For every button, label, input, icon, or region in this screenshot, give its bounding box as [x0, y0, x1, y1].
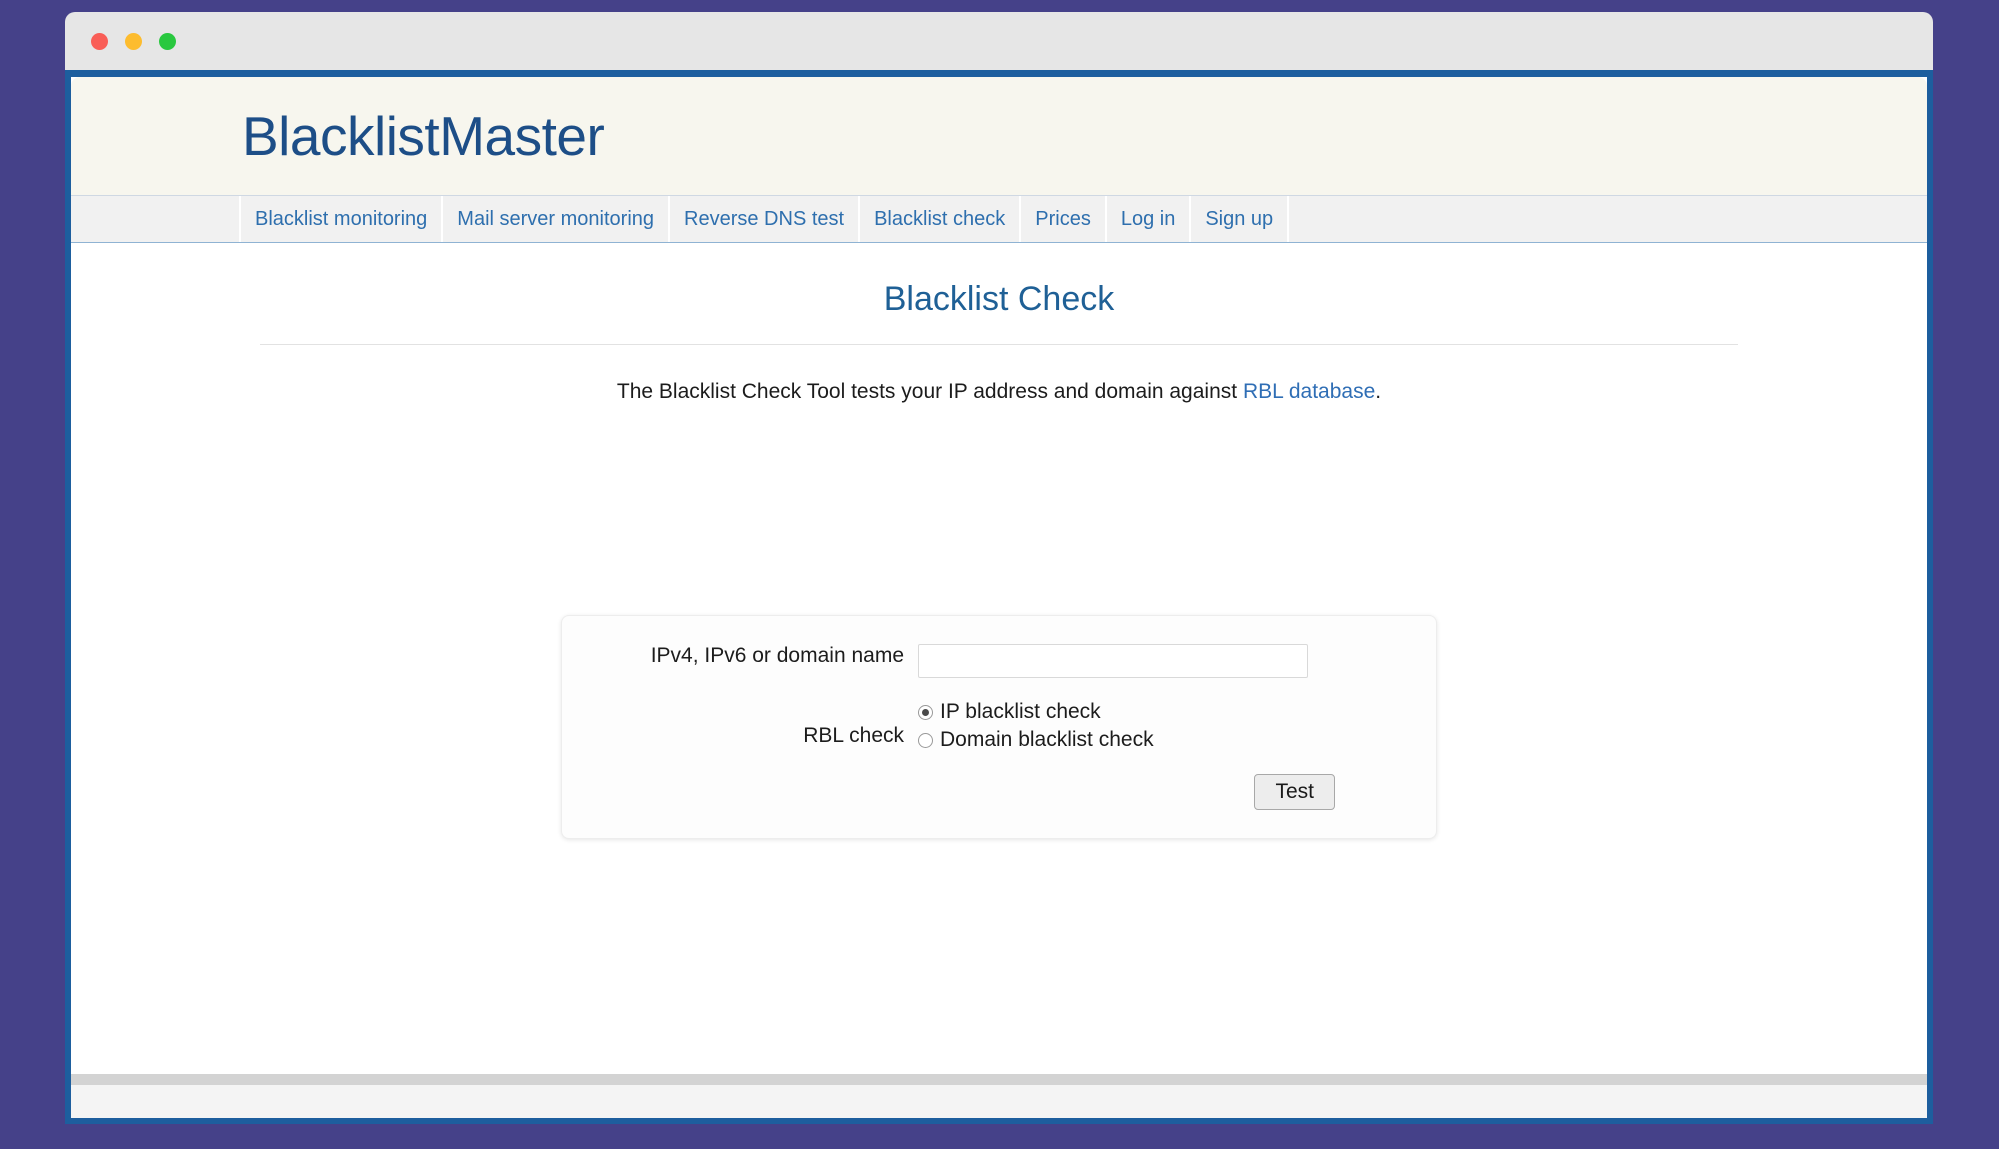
page-title: Blacklist Check: [883, 280, 1115, 318]
form-actions: Test: [562, 774, 1396, 810]
nav-item-log-in[interactable]: Log in: [1104, 196, 1192, 242]
close-window-button[interactable]: [91, 32, 108, 50]
browser-window: BlacklistMaster Blacklist monitoring Mai…: [65, 12, 1933, 1124]
radio-option-ip-blacklist-check[interactable]: IP blacklist check: [918, 700, 1154, 724]
site-logo[interactable]: BlacklistMaster: [242, 108, 605, 164]
minimize-window-button[interactable]: [125, 32, 142, 50]
nav-empty-space: [1287, 196, 1927, 242]
site-header: BlacklistMaster: [71, 77, 1927, 195]
traffic-light-controls: [91, 32, 176, 50]
nav-item-prices[interactable]: Prices: [1019, 196, 1107, 242]
address-input[interactable]: [918, 644, 1308, 678]
nav-item-blacklist-monitoring[interactable]: Blacklist monitoring: [239, 196, 444, 242]
nav-item-blacklist-check[interactable]: Blacklist check: [858, 196, 1022, 242]
blacklist-check-form: IPv4, IPv6 or domain name RBL check IP b…: [561, 615, 1437, 839]
browser-titlebar: [65, 12, 1933, 70]
radio-label-domain: Domain blacklist check: [940, 728, 1154, 751]
radio-icon-selected[interactable]: [918, 704, 933, 720]
form-row-address: IPv4, IPv6 or domain name: [562, 644, 1396, 678]
form-row-rbl-check: RBL check IP blacklist check Domain blac…: [562, 700, 1396, 752]
description-text: The Blacklist Check Tool tests your IP a…: [616, 379, 1243, 403]
rbl-database-link[interactable]: RBL database: [1243, 380, 1375, 403]
radio-icon-unselected[interactable]: [918, 732, 933, 748]
footer-divider: [71, 1074, 1927, 1085]
nav-item-mail-server-monitoring[interactable]: Mail server monitoring: [441, 196, 671, 242]
nav-item-sign-up[interactable]: Sign up: [1189, 196, 1290, 242]
rbl-check-label: RBL check: [803, 724, 904, 747]
title-divider: [260, 343, 1738, 345]
radio-label-ip: IP blacklist check: [940, 700, 1101, 723]
nav-item-reverse-dns-test[interactable]: Reverse DNS test: [668, 196, 861, 242]
radio-option-domain-blacklist-check[interactable]: Domain blacklist check: [918, 728, 1154, 752]
test-submit-button[interactable]: Test: [1254, 774, 1335, 810]
main-navigation: Blacklist monitoring Mail server monitor…: [71, 195, 1927, 243]
rbl-check-radio-group: IP blacklist check Domain blacklist chec…: [918, 700, 1154, 752]
web-page: BlacklistMaster Blacklist monitoring Mai…: [71, 77, 1927, 1118]
description-period: .: [1375, 379, 1382, 403]
browser-viewport: BlacklistMaster Blacklist monitoring Mai…: [65, 70, 1933, 1124]
maximize-window-button[interactable]: [159, 32, 176, 50]
site-footer: [71, 1085, 1927, 1118]
page-description: The Blacklist Check Tool tests your IP a…: [71, 378, 1927, 405]
main-content: Blacklist Check The Blacklist Check Tool…: [71, 243, 1927, 1074]
address-field-label: IPv4, IPv6 or domain name: [650, 644, 904, 667]
